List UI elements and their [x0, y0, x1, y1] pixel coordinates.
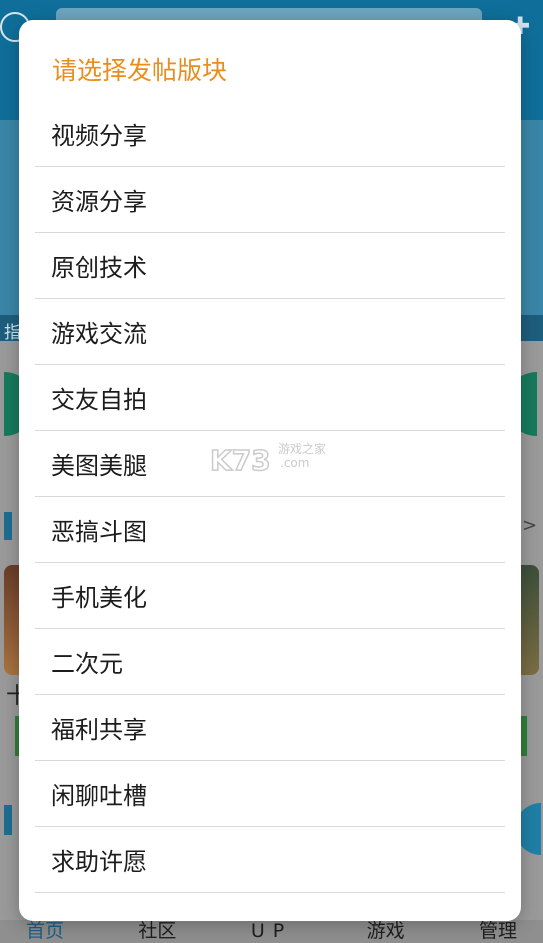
bottom-tab-bar: 首页 社区 UP 游戏 管理 [0, 920, 543, 943]
board-list: 视频分享 资源分享 原创技术 游戏交流 交友自拍 美图美腿 恶搞斗图 手机美化 … [35, 101, 505, 893]
tab-community[interactable]: 社区 [138, 920, 176, 943]
board-item-video[interactable]: 视频分享 [35, 101, 505, 167]
board-item-phone-theme[interactable]: 手机美化 [35, 563, 505, 629]
dialog-title: 请选择发帖版块 [52, 56, 228, 85]
game-thumbnail-left[interactable] [4, 565, 20, 675]
board-item-welfare[interactable]: 福利共享 [35, 695, 505, 761]
tab-manage[interactable]: 管理 [479, 920, 517, 943]
watermark-domain: .com [280, 456, 309, 470]
section-marker [4, 512, 12, 540]
board-item-meme[interactable]: 恶搞斗图 [35, 497, 505, 563]
board-item-game-chat[interactable]: 游戏交流 [35, 299, 505, 365]
board-item-chat-rant[interactable]: 闲聊吐槽 [35, 761, 505, 827]
tab-games[interactable]: 游戏 [367, 920, 405, 943]
tab-up[interactable]: UP [251, 920, 292, 943]
board-item-acg[interactable]: 二次元 [35, 629, 505, 695]
section-marker-2 [4, 805, 12, 835]
app-screen: ✚ 指 > 十 首页 社区 UP 游戏 管理 请选择发帖版块 视频分享 资源分享… [0, 0, 543, 943]
watermark-brand: K73 [210, 444, 271, 477]
chevron-right-icon[interactable]: > [522, 515, 537, 536]
board-item-help-wish[interactable]: 求助许愿 [35, 827, 505, 893]
tab-home[interactable]: 首页 [26, 920, 64, 943]
k73-watermark-logo: K73 游戏之家 .com [209, 441, 326, 478]
watermark-tagline: 游戏之家 [278, 441, 326, 456]
board-item-dating-selfie[interactable]: 交友自拍 [35, 365, 505, 431]
board-item-original-tech[interactable]: 原创技术 [35, 233, 505, 299]
board-item-resources[interactable]: 资源分享 [35, 167, 505, 233]
game-thumbnail-right[interactable] [521, 565, 539, 675]
